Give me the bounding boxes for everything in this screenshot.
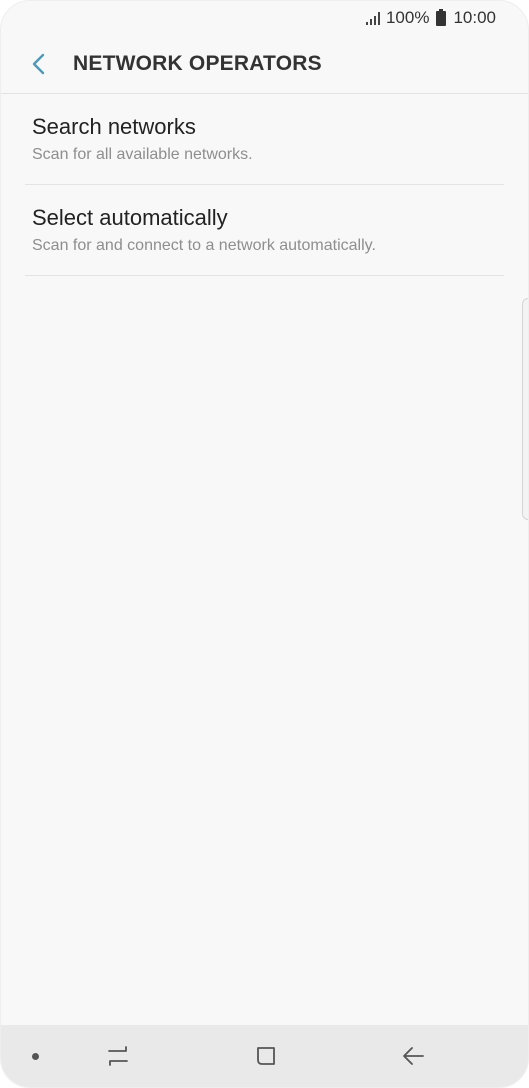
status-bar: 100% 10:00 xyxy=(1,1,528,35)
back-nav-button[interactable] xyxy=(397,1039,431,1073)
list-item-search-networks[interactable]: Search networks Scan for all available n… xyxy=(25,94,504,185)
list-item-select-automatically[interactable]: Select automatically Scan for and connec… xyxy=(25,185,504,276)
list-item-title: Select automatically xyxy=(32,205,228,230)
recent-apps-icon xyxy=(108,1046,128,1066)
nav-dot-icon[interactable] xyxy=(32,1053,39,1060)
network-options-list: Search networks Scan for all available n… xyxy=(25,94,504,276)
phone-screen: 100% 10:00 NETWORK OPERATORS Search netw… xyxy=(0,0,529,1088)
list-item-subtitle: Scan for and connect to a network automa… xyxy=(32,237,376,254)
list-item-title: Search networks xyxy=(32,114,196,139)
app-header: NETWORK OPERATORS xyxy=(1,35,528,94)
edge-panel-handle[interactable] xyxy=(522,298,528,520)
back-arrow-icon xyxy=(403,1047,424,1065)
home-icon xyxy=(257,1047,275,1065)
back-button[interactable] xyxy=(19,44,59,84)
battery-icon xyxy=(436,8,447,26)
navigation-bar xyxy=(1,1025,528,1087)
chevron-left-icon xyxy=(32,53,45,75)
page-title: NETWORK OPERATORS xyxy=(73,52,322,75)
clock: 10:00 xyxy=(453,8,496,27)
recent-apps-button[interactable] xyxy=(101,1039,135,1073)
list-item-subtitle: Scan for all available networks. xyxy=(32,146,253,163)
home-button[interactable] xyxy=(249,1039,283,1073)
battery-percent: 100% xyxy=(385,8,430,27)
signal-icon xyxy=(365,11,380,25)
